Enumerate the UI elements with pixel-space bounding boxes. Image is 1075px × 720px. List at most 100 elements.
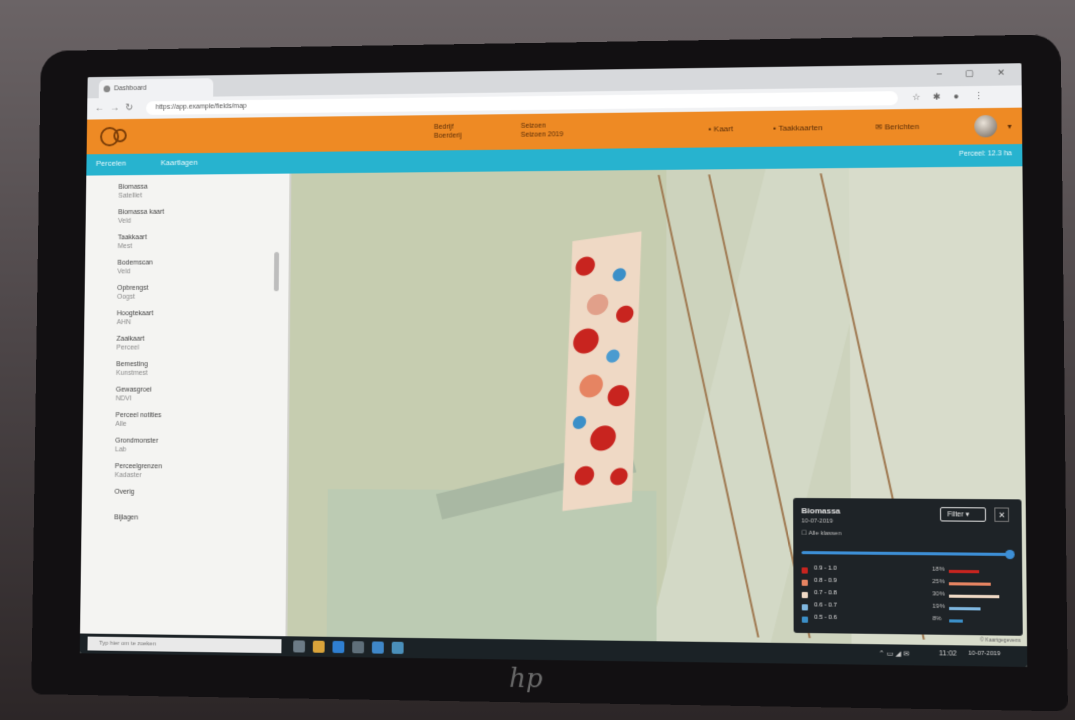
screen: Dashboard – ▢ ✕ ← → ↻ https://app.exampl…	[79, 63, 1028, 668]
legend-percentage: 18%	[932, 566, 945, 573]
sidebar-item-sub: NDVI	[115, 395, 132, 403]
sidebar-item[interactable]: Biomassa Satelliet	[118, 182, 272, 201]
sidebar-item-label: Zaaikaart	[116, 335, 145, 343]
reload-icon[interactable]: ↻	[125, 103, 133, 114]
task-view-icon[interactable]	[293, 640, 306, 653]
avatar[interactable]	[974, 114, 998, 138]
legend-panel: Biomassa 10-07-2019 ☐ Alle klassen Filte…	[793, 497, 1023, 636]
legend-range: 0.6 - 0.7	[814, 602, 837, 609]
sidebar-item-label: Bemesting	[116, 361, 148, 369]
legend-percentage: 25%	[932, 578, 945, 586]
chevron-down-icon[interactable]: ▾	[1007, 122, 1011, 131]
sidebar-item-sub: Kadaster	[114, 472, 142, 480]
tab-fields[interactable]: Percelen	[96, 159, 126, 168]
legend-percentage: 19%	[932, 603, 945, 611]
sidebar-item-sub: Veld	[117, 217, 132, 225]
legend-close-button[interactable]: ✕	[994, 507, 1010, 522]
legend-row[interactable]: 0.9 - 1.0 18%	[801, 565, 1014, 577]
biomass-heatmap-strip[interactable]	[562, 231, 642, 511]
messages-button-label: Berichten	[884, 121, 920, 132]
sidebar-item-sub: Veld	[117, 268, 131, 276]
legend-color-swatch	[801, 591, 808, 599]
sidebar-item-label: Grondmonster	[115, 437, 159, 445]
sidebar-scrollbar[interactable]	[273, 251, 280, 292]
legend-filter-button[interactable]: Filter ▾	[939, 507, 987, 522]
legend-share-bar	[949, 606, 981, 611]
sidebar-item[interactable]: Biomassa kaart Veld	[118, 207, 272, 226]
legend-row[interactable]: 0.8 - 0.9 25%	[801, 578, 1014, 591]
chrome-icon[interactable]	[391, 641, 404, 654]
map-button[interactable]: ▪ Kaart	[709, 124, 733, 133]
legend-row[interactable]: 0.7 - 0.8 30%	[801, 590, 1014, 603]
taskmaps-button-label: Taakkaarten	[778, 123, 823, 133]
sidebar-item[interactable]: Perceelgrenzen Kadaster	[115, 462, 270, 481]
legend-range: 0.9 - 1.0	[813, 565, 837, 572]
legend-percentage: 8%	[932, 616, 942, 623]
legend-row[interactable]: 0.6 - 0.7 19%	[801, 602, 1014, 615]
map-credit: © Kaartgegevens	[980, 637, 1021, 645]
legend-checkbox[interactable]: ☐ Alle klassen	[801, 530, 841, 537]
sidebar-item-label: Perceel notities	[115, 412, 162, 420]
clock-date[interactable]: 10-07-2019	[968, 651, 1000, 658]
file-explorer-icon[interactable]	[312, 640, 325, 653]
sidebar-item[interactable]: Overig	[114, 488, 269, 498]
sidebar-item-sub: Lab	[115, 446, 127, 454]
sidebar-item-sub: Perceel	[116, 344, 140, 352]
map-canvas[interactable]: © Kaartgegevens Biomassa 10-07-2019 ☐ Al…	[287, 166, 1028, 647]
field-info: Perceel: 12.3 ha	[959, 150, 1012, 158]
legend-date: 10-07-2019	[801, 518, 834, 525]
back-icon[interactable]: ←	[95, 103, 105, 114]
tray-icons[interactable]: ⌃ ▭ ◢ ✉	[879, 649, 910, 658]
messages-button[interactable]: ✉ Berichten	[875, 122, 919, 132]
slider-handle[interactable]	[1005, 549, 1015, 560]
taskmaps-button[interactable]: ▪ Taakkaarten	[773, 123, 822, 133]
hp-logo: hp	[509, 663, 543, 695]
app-logo-ring-icon	[113, 128, 127, 143]
field-parcel	[326, 489, 657, 644]
taskbar-search-input[interactable]: Typ hier om te zoeken	[87, 636, 282, 654]
sidebar-item-sub: Alle	[115, 420, 127, 428]
farm-selector[interactable]: Bedrijf Boerderij	[434, 123, 462, 141]
sidebar-item-label: Overig	[114, 488, 135, 496]
mail-icon[interactable]	[371, 641, 384, 654]
sidebar-item-label: Hoogtekaart	[116, 310, 154, 318]
clock-time[interactable]: 11:02	[939, 650, 957, 657]
sidebar-item[interactable]: Bemesting Kunstmest	[116, 360, 270, 378]
tab-layers[interactable]: Kaartlagen	[161, 158, 198, 167]
edge-icon[interactable]	[332, 640, 345, 654]
legend-opacity-slider[interactable]	[801, 551, 1014, 557]
sidebar-item[interactable]: Bijlagen	[114, 513, 269, 523]
sidebar-item[interactable]: Perceel notities Alle	[115, 411, 270, 429]
sidebar-item-label: Gewasgroei	[115, 386, 152, 394]
legend-color-swatch	[801, 604, 808, 611]
legend-row[interactable]: 0.5 - 0.6 8%	[801, 614, 1014, 627]
profile-icon[interactable]: ●	[953, 91, 959, 101]
sidebar-item-sub: Oogst	[116, 293, 135, 301]
store-icon[interactable]	[352, 641, 365, 654]
sidebar-item[interactable]: Bodemscan Veld	[117, 258, 271, 276]
period-selector[interactable]: Seizoen Seizoen 2019	[521, 121, 564, 139]
menu-icon[interactable]: ⋮	[974, 91, 983, 102]
window-controls[interactable]: – ▢ ✕	[937, 67, 1016, 79]
browser-tab[interactable]: Dashboard	[98, 78, 214, 99]
sidebar-item[interactable]: Grondmonster Lab	[115, 437, 270, 455]
forward-icon[interactable]: →	[110, 103, 120, 114]
legend-share-bar	[949, 619, 963, 623]
legend-range: 0.7 - 0.8	[814, 590, 837, 597]
sidebar-item[interactable]: Gewasgroei NDVI	[116, 386, 270, 404]
legend-filter-label: Filter	[947, 511, 964, 519]
extensions-icon[interactable]: ✱	[933, 92, 941, 103]
legend-checkbox-label: Alle klassen	[808, 530, 842, 538]
period-selector-value: Seizoen 2019	[520, 131, 564, 139]
star-icon[interactable]: ☆	[912, 92, 920, 103]
legend-share-bar	[948, 582, 991, 586]
sidebar: Biomassa Satelliet Biomassa kaart Veld Taakk…	[80, 173, 290, 637]
sidebar-item[interactable]: Zaaikaart Perceel	[116, 335, 270, 353]
map-button-label: Kaart	[713, 124, 734, 134]
farm-selector-value: Boerderij	[433, 132, 462, 140]
legend-percentage: 30%	[932, 591, 945, 598]
legend-title: Biomassa	[801, 506, 841, 516]
sidebar-item[interactable]: Opbrengst Oogst	[117, 283, 271, 301]
sidebar-item[interactable]: Taakkaart Mest	[118, 232, 272, 251]
sidebar-item[interactable]: Hoogtekaart AHN	[117, 309, 271, 327]
